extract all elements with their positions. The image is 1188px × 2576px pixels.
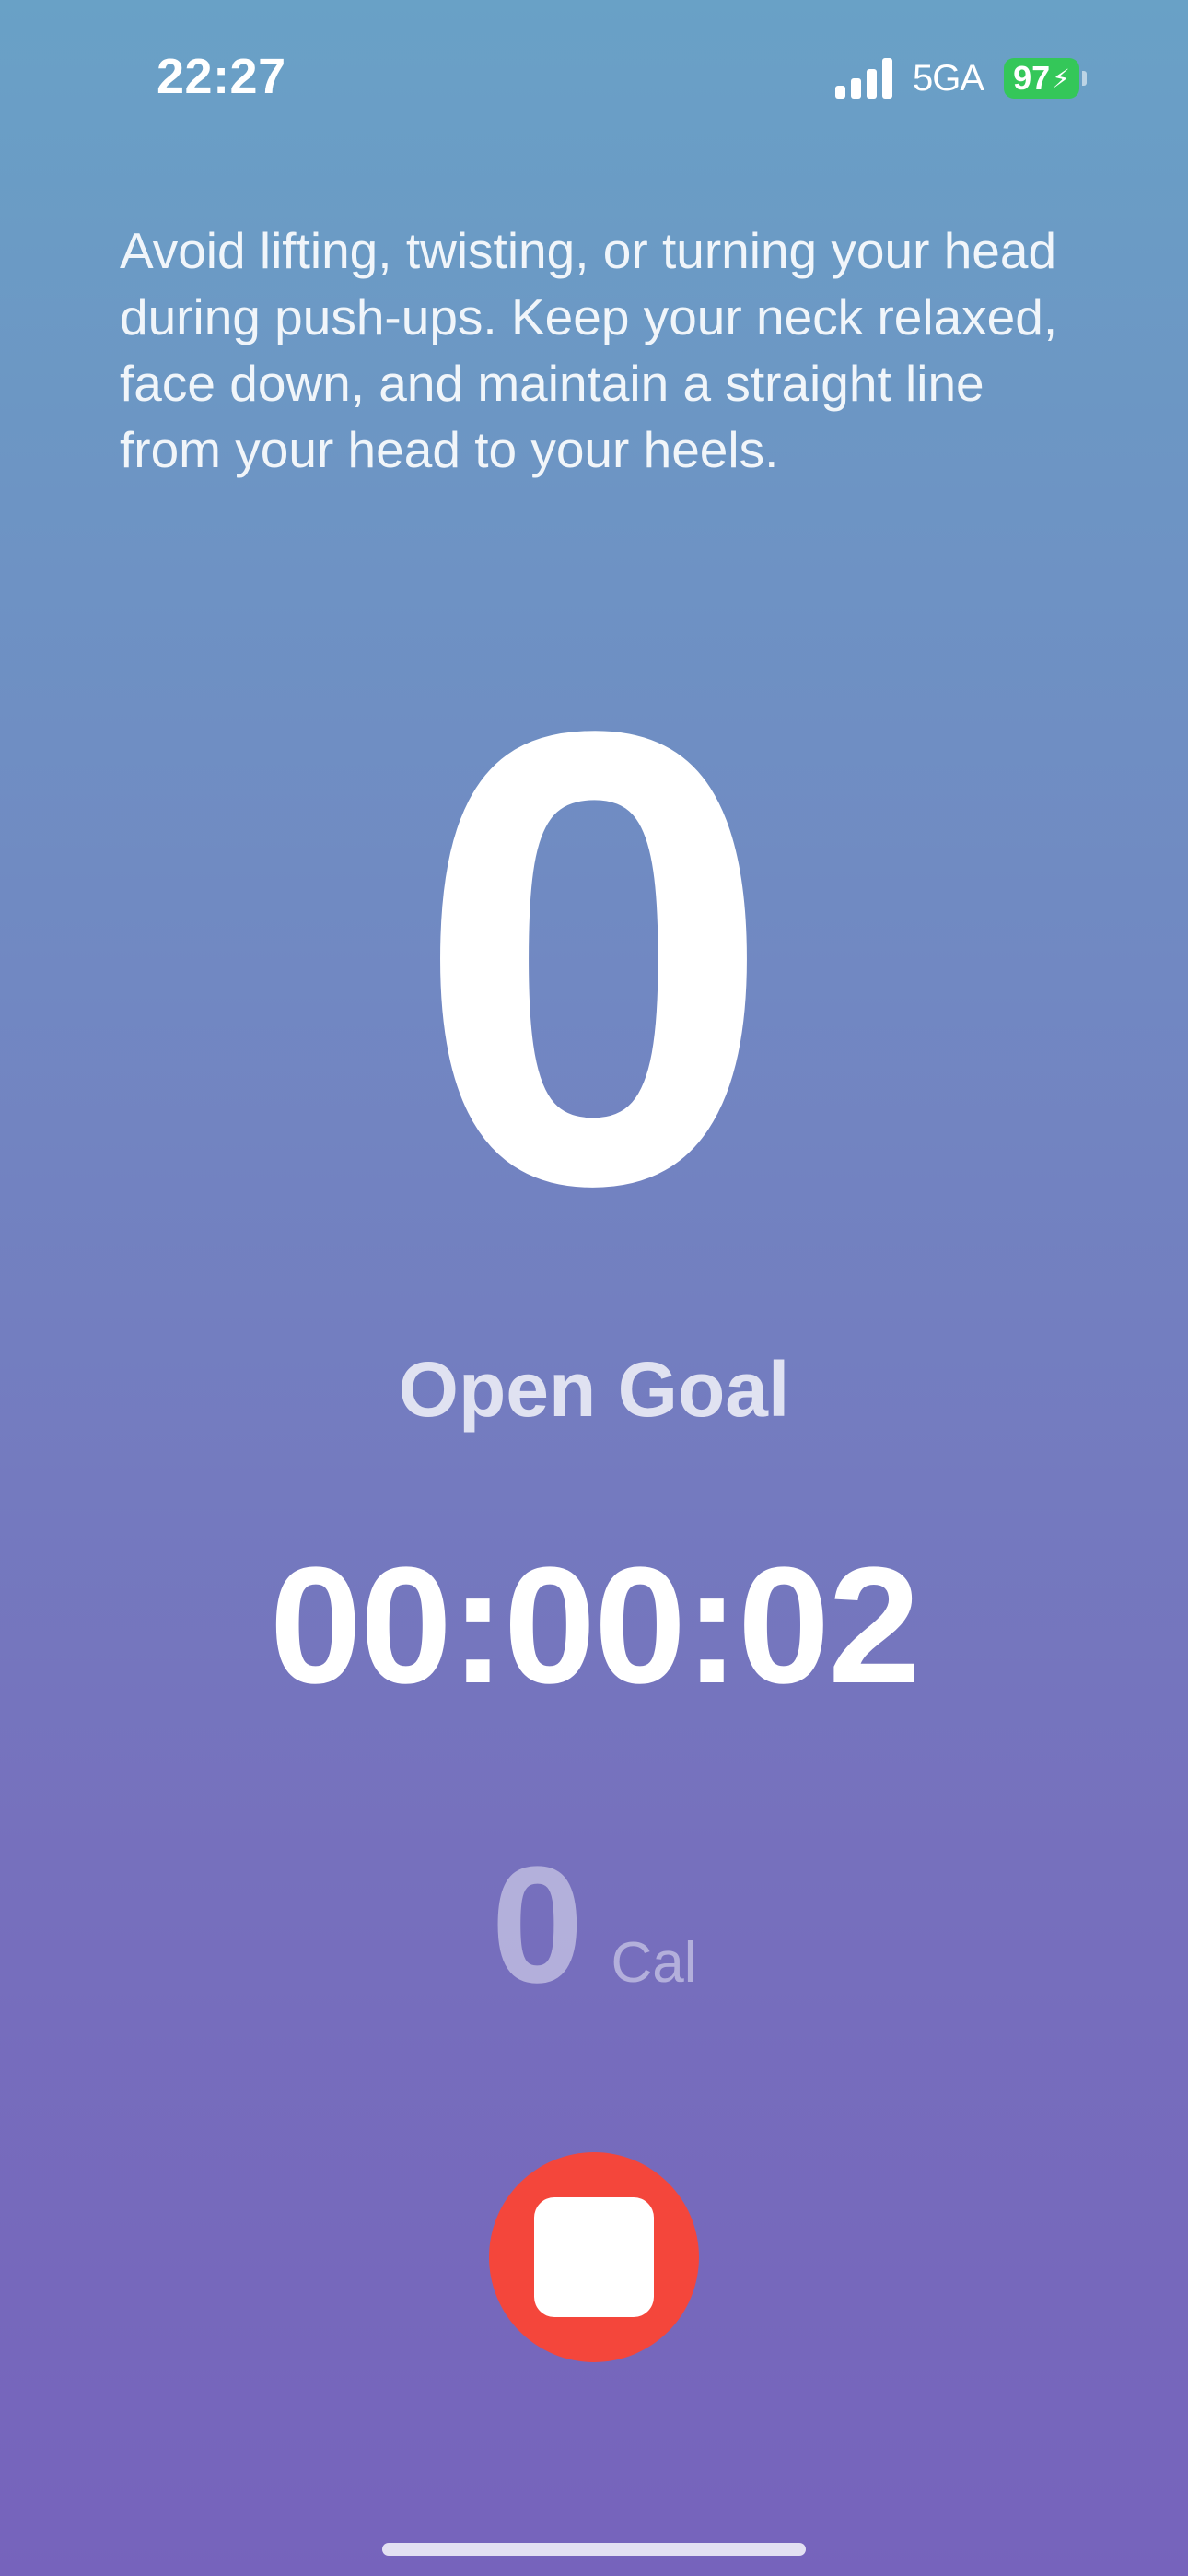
battery-icon: 97 ⚡︎ xyxy=(1004,58,1087,99)
battery-percent: 97 xyxy=(1013,59,1051,97)
charging-bolt-icon: ⚡︎ xyxy=(1052,64,1070,93)
stop-workout-button[interactable] xyxy=(489,2152,699,2362)
network-type: 5GA xyxy=(912,57,984,99)
home-indicator[interactable] xyxy=(382,2543,806,2556)
status-time: 22:27 xyxy=(157,49,286,104)
calories-unit: Cal xyxy=(611,1931,697,1995)
calories-value: 0 xyxy=(491,1832,584,2018)
goal-label: Open Goal xyxy=(398,1346,790,1433)
cellular-signal-icon xyxy=(834,58,892,99)
status-indicators: 5GA 97 ⚡︎ xyxy=(834,55,1087,101)
rep-count: 0 xyxy=(414,598,774,1318)
form-tip-text: Avoid lifting, twisting, or turning your… xyxy=(120,222,1058,478)
calories-readout: 0 Cal xyxy=(0,1843,1188,2008)
elapsed-timer: 00:00:02 xyxy=(269,1533,921,1718)
stop-icon xyxy=(534,2197,654,2317)
